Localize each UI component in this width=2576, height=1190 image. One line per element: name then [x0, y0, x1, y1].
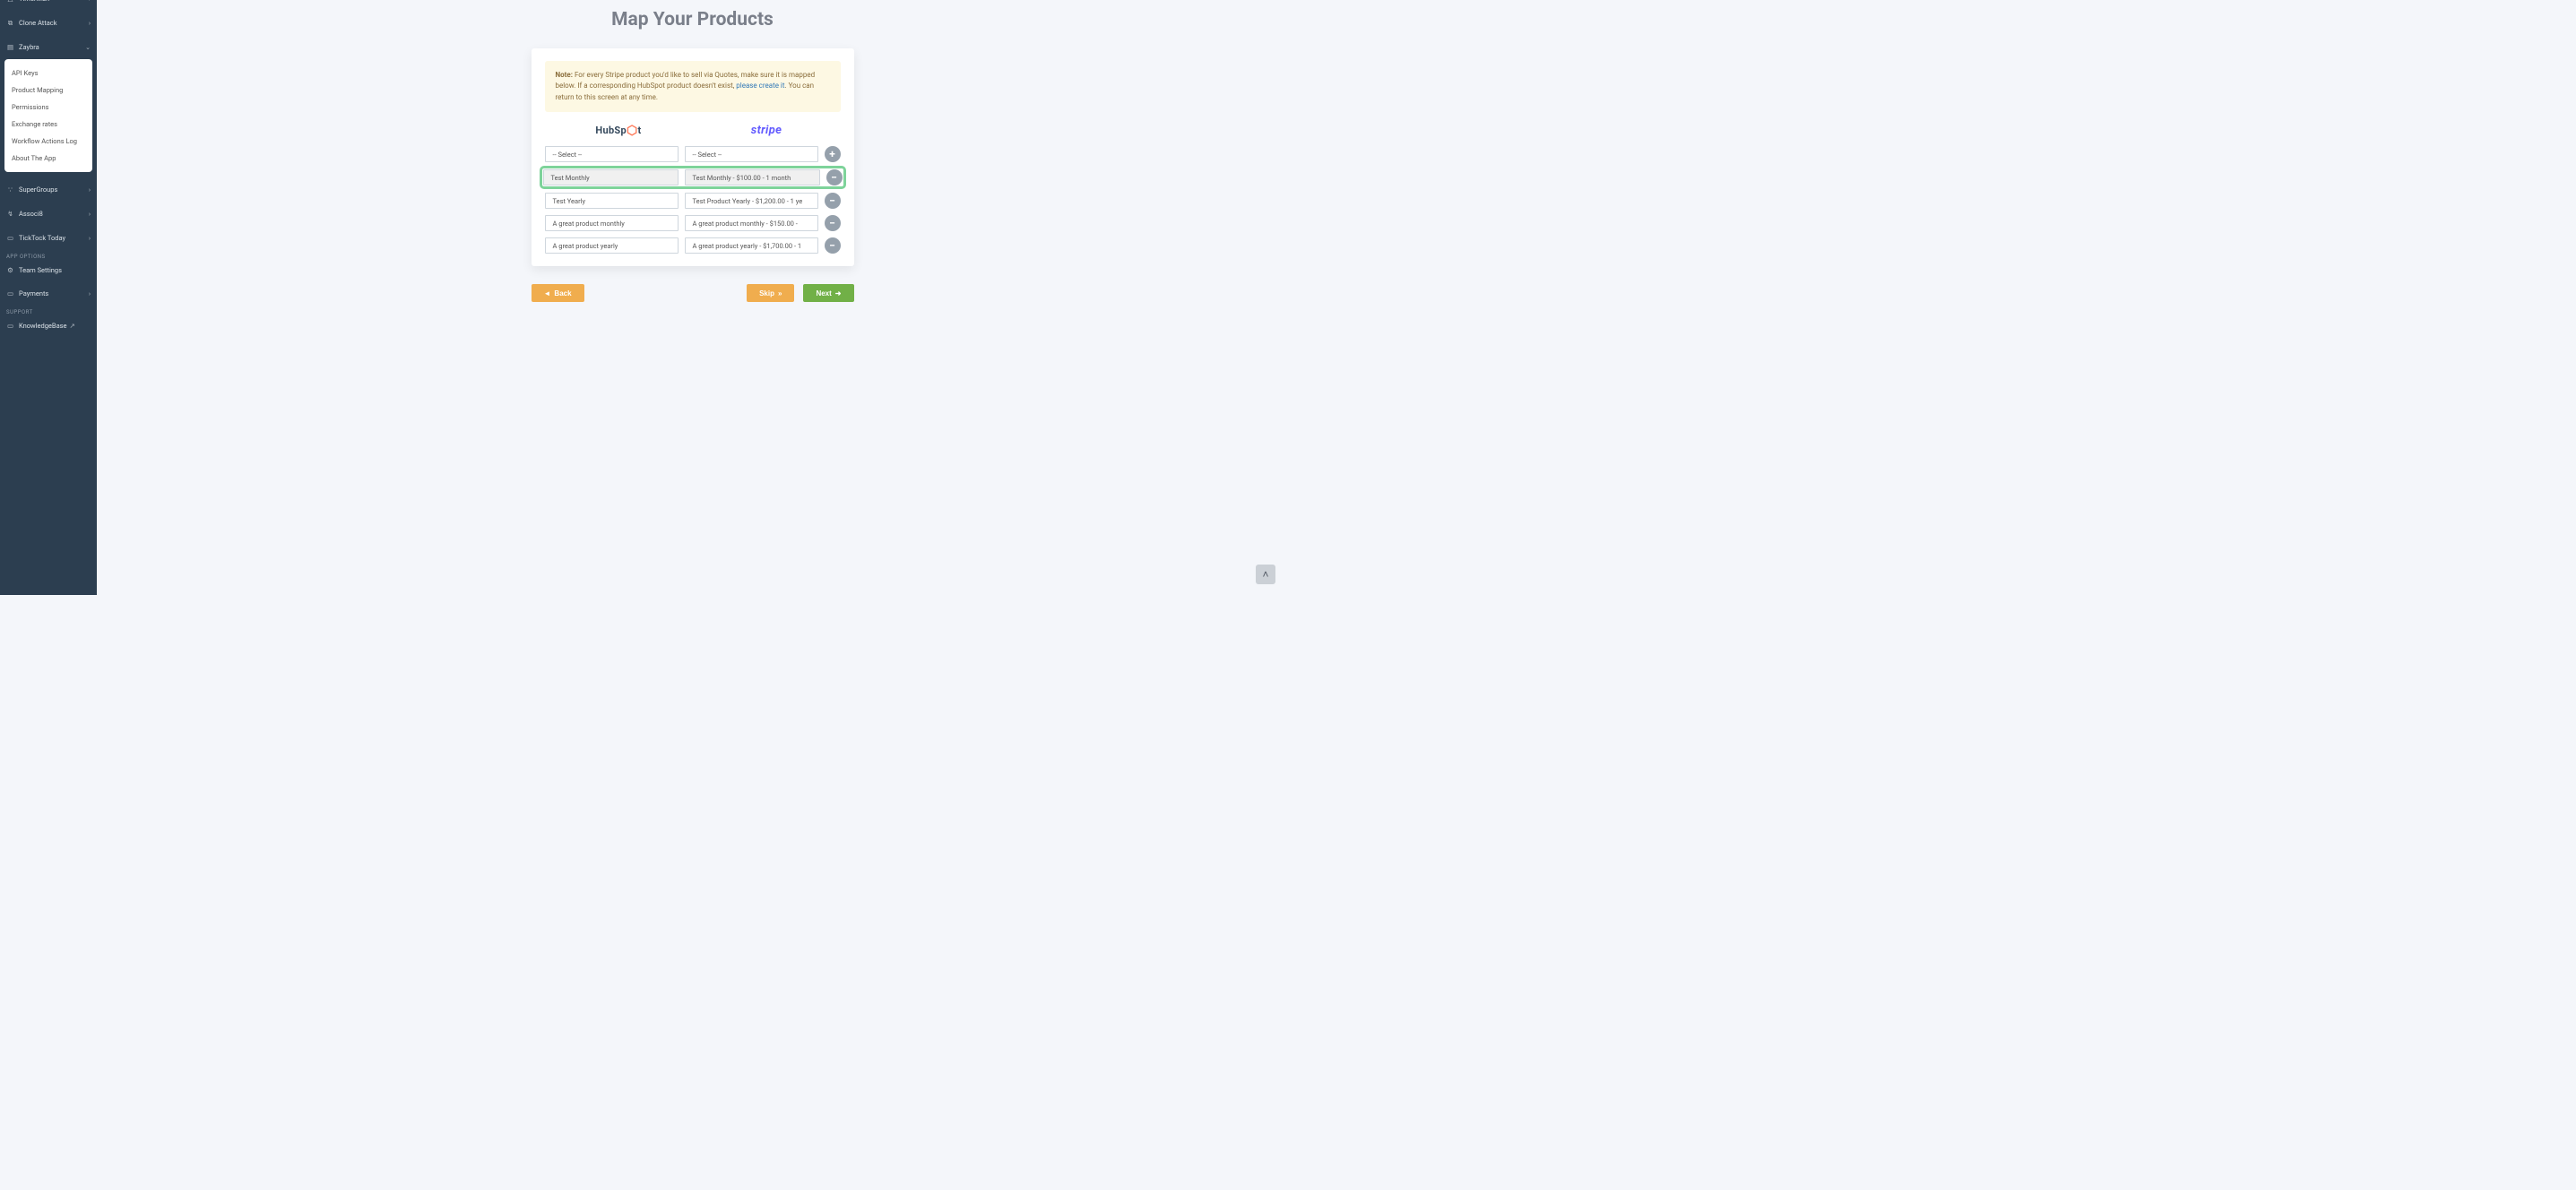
hubspot-select[interactable]: -- Select -- [545, 146, 679, 162]
hubspot-select[interactable]: A great product yearly [545, 237, 679, 254]
groups-icon: ∵ [6, 185, 14, 194]
scroll-to-top-button[interactable]: ˄ [1256, 565, 1275, 584]
mapping-row: Test Monthly Test Monthly - $100.00 - 1 … [542, 168, 843, 186]
hubspot-select[interactable]: Test Yearly [545, 193, 679, 209]
section-app-options: APP OPTIONS [0, 250, 97, 263]
create-product-link[interactable]: please create it [736, 82, 784, 90]
sidebar-sub-exchange-rates[interactable]: Exchange rates [4, 116, 92, 133]
wizard-actions: ◄ Back Skip » Next ➜ [532, 284, 854, 302]
chevron-right-icon: › [89, 290, 91, 298]
hubspot-select[interactable]: Test Monthly [543, 169, 679, 185]
sidebar-item-label: Payments [19, 289, 48, 298]
sidebar-item-label: SuperGroups [19, 185, 57, 194]
sidebar-item-label: TickTock Today [19, 234, 65, 242]
stripe-select[interactable]: A great product yearly - $1,700.00 - 1 [685, 237, 818, 254]
book-icon: ▭ [6, 322, 14, 330]
remove-row-button[interactable]: − [825, 193, 841, 209]
clone-icon: ⧉ [6, 19, 14, 27]
sidebar-item-payments[interactable]: ▭ Payments › [0, 281, 97, 306]
add-row-button[interactable]: + [825, 146, 841, 162]
hubspot-logo: HubSp⬡t [545, 119, 693, 141]
note-label: Note: [556, 71, 573, 79]
chevron-right-icon: › [89, 186, 91, 194]
chevron-right-icon: › [89, 20, 91, 27]
chevron-up-icon: ˄ [1262, 568, 1268, 581]
grid-icon: ▤ [6, 43, 14, 51]
sidebar-item-knowledgebase[interactable]: ▭ KnowledgeBase ↗ [0, 319, 97, 338]
sidebar-item-zaybra[interactable]: ▤ Zaybra ⌄ [0, 35, 97, 59]
remove-row-button[interactable]: − [825, 215, 841, 231]
mapping-card: Note: For every Stripe product you'd lik… [532, 48, 854, 266]
mapping-row: Test Yearly Test Product Yearly - $1,200… [545, 193, 841, 209]
sidebar-item-associ8[interactable]: ↯ Associ8 › [0, 202, 97, 226]
associ8-icon: ↯ [6, 210, 14, 218]
sidebar-sub-about[interactable]: About The App [4, 150, 92, 167]
skip-button[interactable]: Skip » [747, 284, 794, 302]
sidebar-sub-product-mapping[interactable]: Product Mapping [4, 82, 92, 99]
column-logos: HubSp⬡t stripe [545, 119, 841, 141]
mapping-row: A great product monthly A great product … [545, 215, 841, 231]
hubspot-select[interactable]: A great product monthly [545, 215, 679, 231]
sidebar-item-team-settings[interactable]: ⚙ Team Settings [0, 263, 97, 281]
sidebar-item-timerman[interactable]: △ TimerMan › [0, 0, 97, 11]
back-label: Back [554, 289, 571, 298]
fast-forward-icon: » [778, 289, 782, 298]
sidebar-item-label: TimerMan [19, 0, 49, 3]
sidebar-item-label: Team Settings [19, 266, 62, 274]
arrow-right-circle-icon: ➜ [835, 289, 842, 298]
stripe-select[interactable]: -- Select -- [685, 146, 818, 162]
next-button[interactable]: Next ➜ [803, 284, 853, 302]
chevron-right-icon: › [89, 235, 91, 242]
remove-row-button[interactable]: − [825, 237, 841, 254]
sidebar-sub-workflow-log[interactable]: Workflow Actions Log [4, 133, 92, 150]
stripe-logo: stripe [693, 119, 841, 141]
sidebar-item-label: Associ8 [19, 210, 43, 218]
chevron-right-icon: › [89, 0, 91, 3]
triangle-icon: △ [6, 0, 14, 3]
mapping-row: A great product yearly A great product y… [545, 237, 841, 254]
chevron-right-icon: › [89, 211, 91, 218]
next-label: Next [816, 289, 831, 298]
gear-icon: ⚙ [6, 266, 14, 274]
mapping-row: -- Select -- -- Select -- + [545, 146, 841, 162]
chevron-down-icon: ⌄ [85, 44, 91, 51]
sidebar-item-label: Clone Attack [19, 19, 57, 27]
sidebar-item-supergroups[interactable]: ∵ SuperGroups › [0, 177, 97, 202]
stripe-select[interactable]: Test Product Yearly - $1,200.00 - 1 ye [685, 193, 818, 209]
section-support: SUPPORT [0, 306, 97, 319]
stripe-select[interactable]: Test Monthly - $100.00 - 1 month [685, 169, 820, 185]
calendar-icon: ▭ [6, 234, 14, 242]
main-content: Map Your Products Note: For every Stripe… [97, 0, 1288, 595]
card-icon: ▭ [6, 289, 14, 298]
sidebar-item-label: KnowledgeBase [19, 322, 67, 330]
info-note: Note: For every Stripe product you'd lik… [545, 61, 841, 112]
back-button[interactable]: ◄ Back [532, 284, 584, 302]
remove-row-button[interactable]: − [826, 169, 843, 185]
arrow-left-icon: ◄ [544, 289, 551, 298]
sidebar-sub-permissions[interactable]: Permissions [4, 99, 92, 116]
sidebar-item-ticktock[interactable]: ▭ TickTock Today › [0, 226, 97, 250]
sidebar-sub-panel: API Keys Product Mapping Permissions Exc… [4, 59, 92, 172]
sidebar-sub-api-keys[interactable]: API Keys [4, 65, 92, 82]
stripe-select[interactable]: A great product monthly - $150.00 - [685, 215, 818, 231]
sidebar: △ TimerMan › ⧉ Clone Attack › ▤ Zaybra ⌄… [0, 0, 97, 595]
page-title: Map Your Products [97, 9, 1288, 30]
skip-label: Skip [759, 289, 774, 298]
sidebar-item-label: Zaybra [19, 43, 39, 51]
sidebar-item-clone-attack[interactable]: ⧉ Clone Attack › [0, 11, 97, 35]
external-link-icon: ↗ [70, 322, 75, 330]
